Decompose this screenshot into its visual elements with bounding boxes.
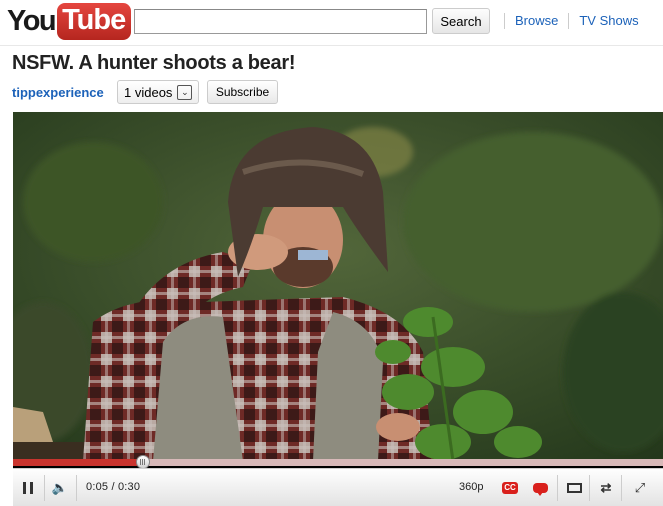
chevron-down-icon: ⌄ bbox=[177, 84, 193, 100]
video-scene-image bbox=[13, 112, 663, 461]
loop-icon[interactable]: ⇄ bbox=[593, 469, 619, 506]
control-divider bbox=[557, 475, 558, 501]
progress-played bbox=[13, 459, 143, 466]
top-nav: Browse TV Shows bbox=[504, 13, 639, 29]
progress-bar[interactable] bbox=[13, 459, 663, 466]
channel-link[interactable]: tippexperience bbox=[12, 85, 104, 100]
annotations-icon[interactable] bbox=[529, 469, 551, 506]
quality-selector[interactable]: 360p bbox=[459, 481, 483, 493]
volume-icon[interactable]: 🔈 bbox=[45, 469, 75, 506]
popout-icon[interactable] bbox=[561, 469, 587, 506]
logo-you-text: You bbox=[7, 5, 57, 37]
cc-icon: CC bbox=[502, 482, 518, 494]
scrubber-handle[interactable] bbox=[136, 455, 150, 469]
control-divider bbox=[589, 475, 590, 501]
video-player: 🔈 0:05 / 0:30 360p CC ⇄ ⤢ bbox=[13, 112, 663, 506]
fullscreen-icon[interactable]: ⤢ bbox=[625, 469, 655, 506]
subscribe-button[interactable]: Subscribe bbox=[207, 80, 278, 104]
channel-videos-dropdown[interactable]: 1 videos ⌄ bbox=[117, 80, 199, 104]
player-controls: 🔈 0:05 / 0:30 360p CC ⇄ ⤢ bbox=[13, 468, 663, 506]
logo-tube-badge: Tube bbox=[57, 3, 132, 40]
time-display: 0:05 / 0:30 bbox=[86, 481, 141, 493]
video-title: NSFW. A hunter shoots a bear! bbox=[12, 52, 296, 74]
site-header: You Tube Search Browse TV Shows bbox=[0, 0, 663, 46]
pause-icon[interactable] bbox=[13, 469, 43, 506]
youtube-logo[interactable]: You Tube bbox=[7, 3, 132, 40]
nav-tv-shows-link[interactable]: TV Shows bbox=[568, 13, 639, 29]
captions-button[interactable]: CC bbox=[499, 469, 521, 506]
video-frame[interactable] bbox=[13, 112, 663, 461]
nav-browse-link[interactable]: Browse bbox=[504, 13, 568, 29]
control-divider bbox=[76, 475, 77, 501]
control-divider bbox=[621, 475, 622, 501]
search-input[interactable] bbox=[134, 9, 427, 34]
videos-count-label: 1 videos bbox=[124, 84, 173, 100]
search-button[interactable]: Search bbox=[432, 8, 490, 34]
